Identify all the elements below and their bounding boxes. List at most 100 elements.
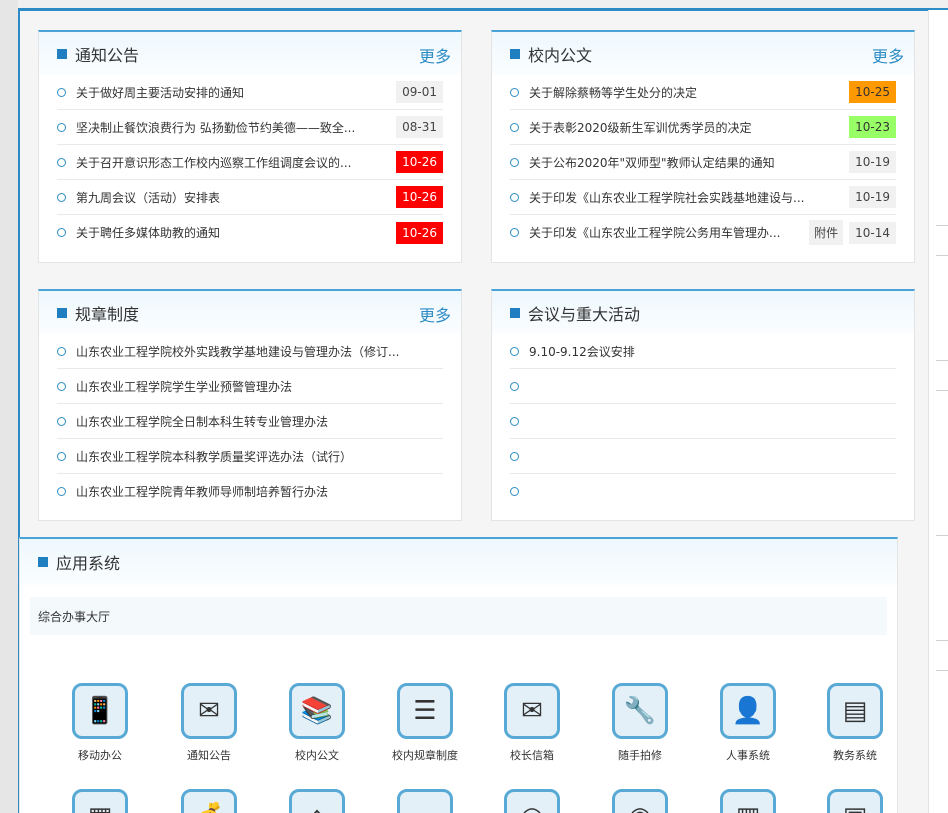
item-title[interactable]: 关于印发《山东农业工程学院公务用车管理办...	[529, 224, 803, 241]
item-title[interactable]: 关于解除蔡畅等学生处分的决定	[529, 84, 843, 101]
documents-more-link[interactable]: 更多	[872, 43, 904, 67]
list-item[interactable]: 第九周会议（活动）安排表 10-26	[57, 180, 443, 215]
list-item	[510, 439, 896, 474]
notice-more-link[interactable]: 更多	[419, 43, 451, 67]
divider	[936, 535, 948, 536]
app-tile[interactable]: ◎	[486, 789, 578, 813]
item-title[interactable]: 山东农业工程学院青年教师导师制培养暂行办法	[76, 483, 443, 500]
app-academic[interactable]: ▤ 教务系统	[809, 683, 901, 763]
app-label: 校内公文	[295, 749, 339, 762]
list-item[interactable]: 关于公布2020年"双师型"教师认定结果的通知 10-19	[510, 145, 896, 180]
app-tile[interactable]: ▦	[54, 789, 146, 813]
app-icon-10: 💰	[181, 789, 237, 813]
documents-panel-header: 校内公文 更多	[492, 32, 914, 75]
circle-bullet-icon	[57, 157, 66, 167]
notice-panel-header: 通知公告 更多	[39, 32, 461, 75]
app-tile[interactable]: ▣	[809, 789, 901, 813]
square-bullet-icon	[510, 307, 520, 318]
list-item[interactable]: 山东农业工程学院青年教师导师制培养暂行办法	[57, 474, 443, 509]
app-tile[interactable]: 💰	[163, 789, 255, 813]
list-item[interactable]: 山东农业工程学院学生学业预警管理办法	[57, 369, 443, 404]
app-tile[interactable]: ▭	[379, 789, 471, 813]
app-tile[interactable]: ▥	[702, 789, 794, 813]
app-tile[interactable]: ⌂	[271, 789, 363, 813]
date-badge: 10-26	[396, 151, 443, 173]
list-item	[510, 474, 896, 509]
notice-list: 关于做好周主要活动安排的通知 09-01 坚决制止餐饮浪费行为 弘扬勤俭节约美德…	[39, 75, 461, 250]
apps-panel: 应用系统 综合办事大厅 📱 移动办公 ✉ 通知公告 📚 校内公文 ☰ 校内规章制…	[19, 537, 898, 813]
list-item[interactable]: 关于召开意识形态工作校内巡察工作组调度会议的... 10-26	[57, 145, 443, 180]
item-title[interactable]: 关于印发《山东农业工程学院社会实践基地建设与...	[529, 189, 843, 206]
list-item[interactable]: 关于表彰2020级新生军训优秀学员的决定 10-23	[510, 110, 896, 145]
left-strip	[0, 0, 18, 813]
app-icon-16: ▣	[827, 789, 883, 813]
item-title[interactable]: 坚决制止餐饮浪费行为 弘扬勤俭节约美德——致全...	[76, 119, 390, 136]
item-title[interactable]: 山东农业工程学院校外实践教学基地建设与管理办法（修订...	[76, 343, 443, 360]
app-icon-12: ▭	[397, 789, 453, 813]
app-icon-11: ⌂	[289, 789, 345, 813]
divider	[936, 670, 948, 671]
app-label: 校长信箱	[510, 749, 554, 762]
list-item[interactable]: 关于印发《山东农业工程学院社会实践基地建设与... 10-19	[510, 180, 896, 215]
item-title[interactable]: 9.10-9.12会议安排	[529, 343, 896, 360]
item-title[interactable]: 山东农业工程学院学生学业预警管理办法	[76, 378, 443, 395]
app-personnel[interactable]: 👤 人事系统	[702, 683, 794, 763]
panel-title: 规章制度	[75, 304, 140, 324]
list-item[interactable]: 关于印发《山东农业工程学院公务用车管理办... 附件 10-14	[510, 215, 896, 250]
mobile-office-icon: 📱	[72, 683, 128, 739]
item-title[interactable]: 关于表彰2020级新生军训优秀学员的决定	[529, 119, 843, 136]
circle-bullet-icon	[510, 381, 519, 391]
documents-panel: 校内公文 更多 关于解除蔡畅等学生处分的决定 10-25 关于表彰2020级新生…	[491, 30, 915, 263]
meetings-panel-header: 会议与重大活动	[492, 291, 914, 334]
list-item[interactable]: 坚决制止餐饮浪费行为 弘扬勤俭节约美德——致全... 08-31	[57, 110, 443, 145]
circle-bullet-icon	[510, 87, 519, 97]
date-badge: 10-14	[849, 221, 896, 244]
attachment-badge[interactable]: 附件	[809, 220, 844, 245]
item-title[interactable]: 山东农业工程学院全日制本科生转专业管理办法	[76, 413, 443, 430]
rules-list-icon: ☰	[397, 683, 453, 739]
repair-tools-icon: 🔧	[612, 683, 668, 739]
meetings-panel: 会议与重大活动 9.10-9.12会议安排	[491, 289, 915, 521]
app-documents[interactable]: 📚 校内公文	[271, 683, 363, 763]
item-title[interactable]: 山东农业工程学院本科教学质量奖评选办法（试行）	[76, 448, 443, 465]
mailbox-icon: ✉	[504, 683, 560, 739]
item-title[interactable]: 关于公布2020年"双师型"教师认定结果的通知	[529, 154, 843, 171]
meetings-list: 9.10-9.12会议安排	[492, 334, 914, 509]
app-icon-14: ◉	[612, 789, 668, 813]
item-title[interactable]: 关于做好周主要活动安排的通知	[76, 84, 390, 101]
rules-panel-header: 规章制度 更多	[39, 291, 461, 334]
app-mailbox[interactable]: ✉ 校长信箱	[486, 683, 578, 763]
list-item[interactable]: 关于解除蔡畅等学生处分的决定 10-25	[510, 75, 896, 110]
divider	[936, 360, 948, 361]
rules-more-link[interactable]: 更多	[419, 302, 451, 326]
date-badge: 10-25	[849, 81, 896, 103]
circle-bullet-icon	[57, 451, 66, 461]
documents-books-icon: 📚	[289, 683, 345, 739]
circle-bullet-icon	[510, 122, 519, 132]
app-rules[interactable]: ☰ 校内规章制度	[379, 683, 471, 763]
item-title[interactable]: 关于召开意识形态工作校内巡察工作组调度会议的...	[76, 154, 390, 171]
app-label: 人事系统	[726, 749, 770, 762]
circle-bullet-icon	[57, 228, 66, 237]
app-repair[interactable]: 🔧 随手拍修	[594, 683, 686, 763]
circle-bullet-icon	[57, 416, 66, 426]
list-item[interactable]: 山东农业工程学院本科教学质量奖评选办法（试行）	[57, 439, 443, 474]
item-title[interactable]: 关于聘任多媒体助教的通知	[76, 224, 390, 241]
app-notice[interactable]: ✉ 通知公告	[163, 683, 255, 763]
personnel-icon: 👤	[720, 683, 776, 739]
panel-title: 会议与重大活动	[528, 304, 641, 324]
list-item[interactable]: 关于做好周主要活动安排的通知 09-01	[57, 75, 443, 110]
circle-bullet-icon	[57, 487, 66, 496]
notice-envelope-icon: ✉	[181, 683, 237, 739]
list-item[interactable]: 山东农业工程学院全日制本科生转专业管理办法	[57, 404, 443, 439]
list-item[interactable]: 关于聘任多媒体助教的通知 10-26	[57, 215, 443, 250]
item-title[interactable]: 第九周会议（活动）安排表	[76, 189, 390, 206]
list-item[interactable]: 9.10-9.12会议安排	[510, 334, 896, 369]
circle-bullet-icon	[57, 346, 66, 356]
list-item[interactable]: 山东农业工程学院校外实践教学基地建设与管理办法（修订...	[57, 334, 443, 369]
circle-bullet-icon	[510, 228, 519, 237]
app-tile[interactable]: ◉	[594, 789, 686, 813]
rules-list: 山东农业工程学院校外实践教学基地建设与管理办法（修订... 山东农业工程学院学生…	[39, 334, 461, 509]
app-mobile-office[interactable]: 📱 移动办公	[54, 683, 146, 763]
square-bullet-icon	[57, 307, 67, 318]
